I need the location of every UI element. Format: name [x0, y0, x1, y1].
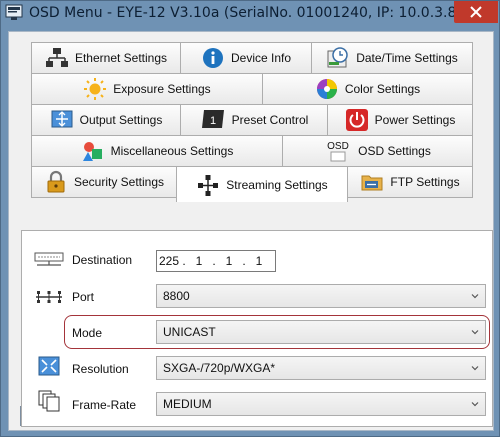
resolution-label: Resolution	[72, 362, 129, 376]
frame-rate-select[interactable]: MEDIUM	[156, 392, 486, 416]
tab-label: Streaming Settings	[226, 177, 328, 192]
frame-rate-icon	[38, 390, 60, 415]
destination-label: Destination	[72, 253, 133, 267]
tab-exposure-settings[interactable]: Exposure Settings	[31, 73, 263, 105]
tab-label: Exposure Settings	[113, 82, 211, 96]
lock-icon	[44, 170, 68, 194]
close-icon	[470, 6, 482, 18]
tab-label: Date/Time Settings	[356, 51, 458, 65]
port-label: Port	[72, 290, 95, 304]
app-icon	[5, 4, 23, 22]
ip-octet-2[interactable]: 1	[187, 254, 211, 268]
ip-octet-4[interactable]: 1	[247, 254, 271, 268]
streaming-settings-panel: Destination 225 . 1 . 1 . 1 Port 8800 Mo…	[21, 230, 493, 427]
chevron-down-icon	[471, 366, 479, 371]
resolution-select[interactable]: SXGA-/720p/WXGA*	[156, 356, 486, 380]
window-title: OSD Menu - EYE-12 V3.10a (SerialNo. 0100…	[29, 5, 471, 21]
port-value: 8800	[163, 289, 190, 303]
tab-output-settings[interactable]: Output Settings	[31, 104, 181, 136]
tab-label: OSD Settings	[358, 144, 431, 158]
tab-ethernet-settings[interactable]: Ethernet Settings	[31, 42, 181, 74]
tab-power-settings[interactable]: Power Settings	[327, 104, 473, 136]
close-button[interactable]	[454, 1, 498, 23]
info-icon	[201, 46, 225, 70]
destination-ip-field[interactable]: 225 . 1 . 1 . 1	[156, 250, 276, 272]
port-select[interactable]: 8800	[156, 284, 486, 308]
tab-label: Security Settings	[73, 175, 165, 189]
tab-osd-settings[interactable]: OSD OSD Settings	[282, 135, 473, 167]
resolution-value: SXGA-/720p/WXGA*	[163, 361, 276, 375]
osd-icon-text: OSD	[327, 141, 349, 152]
chevron-down-icon	[471, 330, 479, 335]
ip-address-icon	[34, 252, 64, 271]
streaming-network-icon	[196, 173, 220, 197]
preset-icon-number: 1	[210, 115, 216, 127]
tab-label: Power Settings	[374, 113, 456, 127]
tab-miscellaneous-settings[interactable]: Miscellaneous Settings	[31, 135, 283, 167]
osd-menu-window: OSD Menu - EYE-12 V3.10a (SerialNo. 0100…	[0, 0, 500, 437]
tab-label: FTP Settings	[390, 175, 460, 189]
output-icon	[50, 108, 74, 132]
resolution-icon	[38, 356, 60, 379]
osd-icon: OSD	[324, 139, 352, 163]
ip-octet-3[interactable]: 1	[217, 254, 241, 268]
ip-octet-1[interactable]: 225	[157, 254, 181, 268]
frame-rate-label: Frame-Rate	[72, 398, 137, 412]
tab-ftp-settings[interactable]: FTP Settings	[347, 166, 473, 198]
misc-shapes-icon	[81, 139, 105, 163]
mode-value: UNICAST	[163, 325, 216, 339]
frame-rate-value: MEDIUM	[163, 397, 212, 411]
sun-icon	[83, 77, 107, 101]
tab-preset-control[interactable]: 1 Preset Control	[180, 104, 328, 136]
tab-label: Output Settings	[79, 113, 163, 127]
preset-icon: 1	[200, 108, 226, 132]
tab-label: Ethernet Settings	[74, 51, 168, 65]
tab-device-info[interactable]: Device Info	[180, 42, 312, 74]
tab-label: Miscellaneous Settings	[110, 144, 234, 158]
power-icon	[345, 108, 369, 132]
tab-streaming-settings[interactable]: Streaming Settings	[176, 166, 348, 202]
chevron-down-icon	[471, 402, 479, 407]
tab-color-settings[interactable]: Color Settings	[262, 73, 473, 105]
mode-select[interactable]: UNICAST	[156, 320, 486, 344]
clock-icon	[326, 46, 350, 70]
chevron-down-icon	[471, 294, 479, 299]
mode-label: Mode	[72, 326, 103, 340]
color-wheel-icon	[315, 77, 339, 101]
client-area: Ethernet Settings Device Info Date/Time …	[8, 31, 494, 431]
title-bar[interactable]: OSD Menu - EYE-12 V3.10a (SerialNo. 0100…	[1, 1, 499, 25]
folder-icon	[360, 170, 384, 194]
tab-datetime-settings[interactable]: Date/Time Settings	[311, 42, 473, 74]
tab-label: Color Settings	[344, 82, 421, 96]
tab-security-settings[interactable]: Security Settings	[31, 166, 177, 198]
network-icon	[45, 46, 69, 70]
tab-label: Preset Control	[231, 113, 309, 127]
port-network-icon	[34, 289, 64, 308]
tab-label: Device Info	[230, 51, 292, 65]
